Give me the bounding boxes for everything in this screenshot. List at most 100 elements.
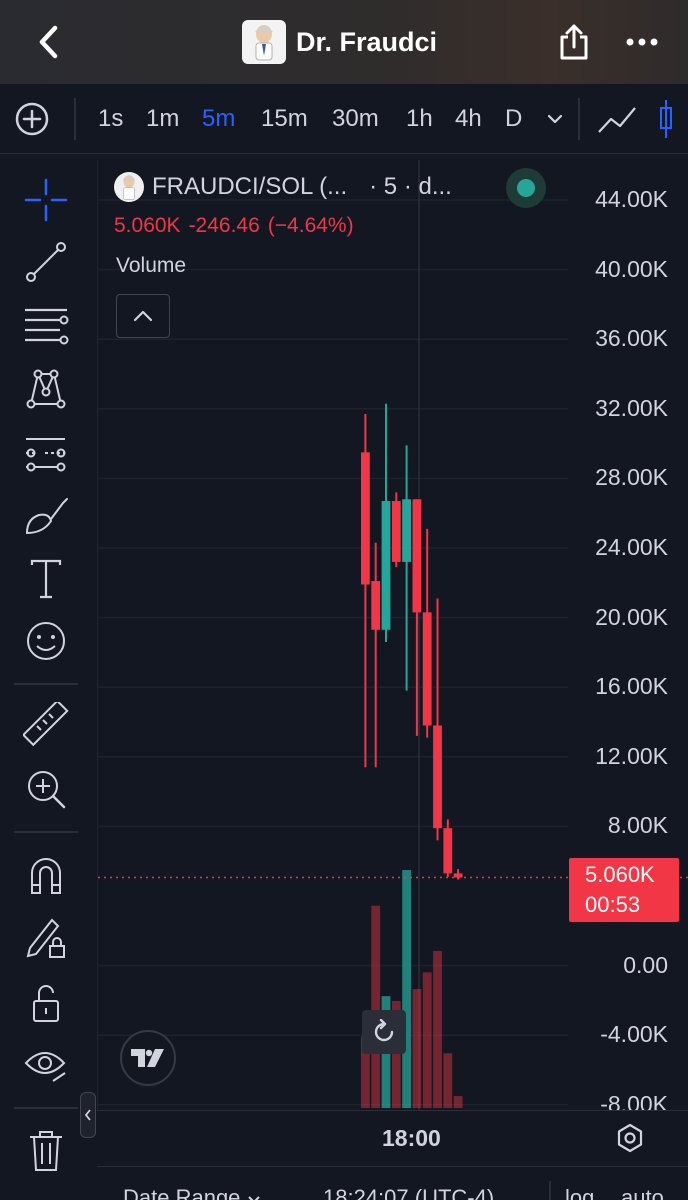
last-price-tag: 5.060K 00:53 <box>569 858 679 922</box>
price-change-pct: (−4.64%) <box>267 214 354 237</box>
candle[interactable] <box>391 492 401 568</box>
price-axis-label: 12.00K <box>595 742 668 769</box>
settings-gear-icon[interactable] <box>615 1123 645 1153</box>
timeframe-4h[interactable]: 4h <box>455 104 482 134</box>
toolbar-divider <box>14 683 78 685</box>
time-axis[interactable]: 18:00 <box>97 1110 688 1166</box>
crosshair-tool[interactable] <box>22 176 70 224</box>
chart-panel[interactable]: FRAUDCI/SOL (... · 5 · d... 5.060K -246.4… <box>97 160 688 1110</box>
log-scale-toggle[interactable]: log <box>565 1185 594 1200</box>
timeframe-30m[interactable]: 30m <box>332 104 379 134</box>
volume-bar <box>412 989 422 1108</box>
unlock-tool[interactable] <box>22 979 70 1027</box>
time-tick-label: 18:00 <box>382 1125 441 1151</box>
forecast-icon <box>26 438 66 472</box>
volume-bar <box>443 1053 453 1108</box>
share-button[interactable] <box>554 20 594 64</box>
price-axis-label: 0.00 <box>623 951 668 978</box>
candle[interactable] <box>443 819 453 877</box>
price-axis-label: 44.00K <box>595 186 668 212</box>
text-tool[interactable] <box>22 555 70 603</box>
volume-bar <box>402 870 411 1108</box>
page-title: Dr. Fraudci <box>296 26 438 57</box>
symbol-legend[interactable]: FRAUDCI/SOL (... · 5 · d... <box>114 172 452 202</box>
volume-bar <box>433 950 442 1108</box>
line-chart-icon[interactable] <box>596 102 638 136</box>
candle[interactable] <box>361 414 370 768</box>
collapse-legend-button[interactable] <box>116 294 170 338</box>
timezone-clock[interactable]: 18:24:07 (UTC-4) <box>323 1185 494 1200</box>
lock-drawings-icon <box>26 918 65 958</box>
price-axis-label: 36.00K <box>595 325 668 352</box>
volume-bar <box>371 905 381 1108</box>
volume-indicator-label[interactable]: Volume <box>116 254 186 278</box>
forecast-tool[interactable] <box>22 429 70 477</box>
chevron-down-icon[interactable] <box>544 108 566 130</box>
reset-icon <box>374 1019 394 1042</box>
candle[interactable] <box>371 542 381 768</box>
token-avatar <box>114 172 144 202</box>
toolbar-divider <box>549 1181 551 1200</box>
tradingview-logo-icon <box>131 1049 164 1067</box>
more-button[interactable] <box>620 20 664 64</box>
visibility-tool[interactable] <box>22 1041 70 1089</box>
interval-label: · 5 · d... <box>369 173 452 200</box>
price-axis-label: 32.00K <box>595 394 668 421</box>
pattern-tool[interactable] <box>22 364 70 412</box>
brush-tool[interactable] <box>22 493 70 541</box>
live-status-icon <box>517 179 535 197</box>
timeframe-d[interactable]: D <box>505 104 522 134</box>
candle[interactable] <box>402 445 411 691</box>
trend-line-tool[interactable] <box>22 238 70 286</box>
timeframe-15m[interactable]: 15m <box>261 104 308 134</box>
candle[interactable] <box>453 869 463 880</box>
add-indicator-icon[interactable] <box>14 101 50 137</box>
tradingview-logo[interactable] <box>120 1030 176 1086</box>
share-icon <box>560 24 588 60</box>
price-axis-label: -4.00K <box>600 1021 668 1048</box>
zoom-in-tool[interactable] <box>22 765 70 813</box>
ruler-tool[interactable] <box>22 701 70 749</box>
market-status[interactable] <box>506 168 546 208</box>
pattern-icon <box>26 369 66 409</box>
toolbar-collapse-handle[interactable] <box>80 1092 96 1138</box>
back-button[interactable] <box>30 20 66 64</box>
title-group[interactable]: Dr. Fraudci <box>242 20 437 64</box>
app-header: Dr. Fraudci <box>0 0 688 84</box>
date-range-label: Date Range <box>123 1185 241 1200</box>
lock-drawings-tool[interactable] <box>22 913 70 961</box>
timeframe-1m[interactable]: 1m <box>146 104 179 134</box>
brush-icon <box>25 498 68 535</box>
candlestick-icon[interactable] <box>656 98 688 140</box>
candle[interactable] <box>433 598 442 841</box>
timeframe-1s[interactable]: 1s <box>98 104 123 134</box>
delete-tool[interactable] <box>22 1127 70 1175</box>
price-axis-label: 8.00K <box>607 812 668 839</box>
chevron-left-icon <box>84 1109 91 1121</box>
crosshair-icon <box>24 178 68 222</box>
magnet-icon <box>31 858 61 894</box>
auto-scale-toggle[interactable]: auto <box>621 1185 664 1200</box>
fib-lines-icon <box>25 308 69 345</box>
emoji-icon <box>27 622 65 660</box>
timeframe-5m[interactable]: 5m <box>202 104 235 134</box>
last-price: 5.060K <box>114 214 181 237</box>
price-axis-label: 16.00K <box>595 673 668 700</box>
zoom-in-icon <box>28 771 66 809</box>
price-axis-label: -8.00K <box>600 1090 668 1110</box>
ohlc-summary: 5.060K -246.46 (−4.64%) <box>114 214 362 238</box>
chevron-down-icon <box>247 1196 260 1200</box>
emoji-tool[interactable] <box>22 617 70 665</box>
drawing-toolbar <box>0 155 92 1200</box>
price-axis-label: 24.00K <box>595 534 668 560</box>
reset-chart-button[interactable] <box>362 1010 406 1054</box>
candle[interactable] <box>422 528 432 738</box>
chevron-up-icon <box>133 310 153 322</box>
fib-tool[interactable] <box>22 302 70 350</box>
bottom-toolbar: Date Range 18:24:07 (UTC-4) log auto <box>97 1166 688 1200</box>
timeframe-1h[interactable]: 1h <box>406 104 433 134</box>
magnet-tool[interactable] <box>22 851 70 899</box>
candle[interactable] <box>381 403 391 642</box>
price-axis-label: 20.00K <box>595 603 668 630</box>
date-range-button[interactable]: Date Range <box>123 1185 261 1200</box>
